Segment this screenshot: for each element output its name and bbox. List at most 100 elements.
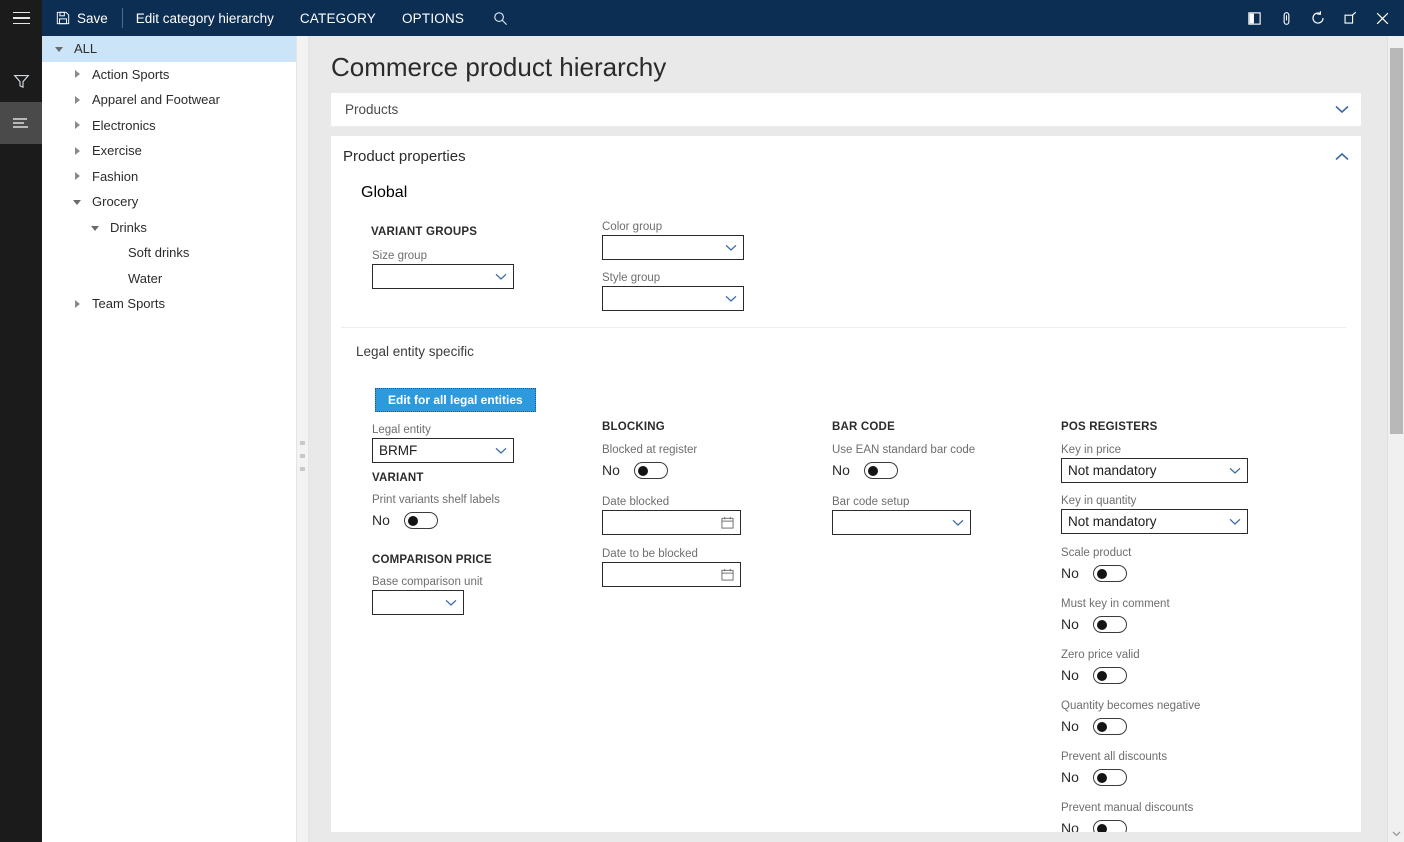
save-button[interactable]: Save — [42, 0, 122, 36]
chevron-down-icon[interactable] — [495, 447, 507, 455]
filter-icon — [13, 73, 30, 90]
menu-item-category[interactable]: CATEGORY — [287, 0, 389, 36]
triangle-right-icon[interactable] — [68, 147, 86, 155]
prevent-manual-discounts-toggle[interactable] — [1093, 820, 1127, 833]
tree-item-exercise[interactable]: Exercise — [42, 138, 296, 164]
quantity-becomes-negative-toggle[interactable] — [1093, 718, 1127, 735]
list-lines-rail-button[interactable] — [0, 102, 42, 144]
prevent-manual-discounts-toggle-row: No — [1061, 816, 1193, 832]
attachment-paperclip-icon[interactable] — [1270, 0, 1302, 36]
must-key-in-comment-toggle[interactable] — [1093, 616, 1127, 633]
tree-item-label: Grocery — [92, 194, 138, 209]
date-to-be-blocked-field: Date to be blocked — [602, 548, 741, 587]
edit-for-all-legal-entities-button[interactable]: Edit for all legal entities — [375, 388, 536, 412]
blocked-at-register-toggle[interactable] — [634, 462, 668, 479]
use-ean-toggle[interactable] — [864, 462, 898, 479]
zero-price-valid-label: Zero price valid — [1061, 649, 1140, 661]
chevron-up-icon[interactable] — [1335, 152, 1349, 161]
key-in-quantity-field: Key in quantity Not mandatory — [1061, 495, 1248, 534]
menu-item-options[interactable]: OPTIONS — [389, 0, 477, 36]
color-group-input[interactable] — [602, 235, 744, 260]
tree-item-soft-drinks[interactable]: Soft drinks — [42, 240, 296, 266]
size-group-input[interactable] — [372, 264, 514, 289]
hamburger-menu-button[interactable] — [0, 0, 42, 36]
product-properties-header[interactable]: Product properties — [331, 136, 1361, 176]
use-ean-field: Use EAN standard bar code No — [832, 444, 975, 482]
triangle-right-icon[interactable] — [68, 96, 86, 104]
open-in-new-window-icon[interactable] — [1334, 0, 1366, 36]
key-in-price-input[interactable]: Not mandatory — [1061, 458, 1248, 483]
triangle-right-icon[interactable] — [68, 70, 86, 78]
prevent-all-discounts-toggle-row: No — [1061, 765, 1167, 789]
legal-entity-input[interactable]: BRMF — [372, 438, 514, 463]
chevron-down-icon[interactable] — [495, 273, 507, 281]
tree-item-grocery[interactable]: Grocery — [42, 189, 296, 215]
prevent-all-discounts-toggle[interactable] — [1093, 769, 1127, 786]
tree-item-drinks[interactable]: Drinks — [42, 215, 296, 241]
print-variants-toggle[interactable] — [404, 512, 438, 529]
print-variants-value: No — [372, 512, 390, 528]
color-group-field: Color group — [602, 221, 744, 260]
style-group-input[interactable] — [602, 286, 744, 311]
key-in-quantity-input[interactable]: Not mandatory — [1061, 509, 1248, 534]
zero-price-valid-toggle[interactable] — [1093, 667, 1127, 684]
size-group-label: Size group — [372, 250, 514, 262]
search-button[interactable] — [477, 0, 520, 36]
tree-item-action-sports[interactable]: Action Sports — [42, 62, 296, 88]
scale-product-toggle[interactable] — [1093, 565, 1127, 582]
variant-heading: VARIANT — [372, 472, 424, 484]
date-to-be-blocked-label: Date to be blocked — [602, 548, 741, 560]
scrollbar-thumb[interactable] — [1390, 48, 1403, 434]
tree-item-label: Fashion — [92, 169, 138, 184]
tree-item-all[interactable]: ALL — [42, 36, 296, 62]
triangle-down-icon[interactable] — [68, 198, 86, 205]
chevron-down-icon[interactable] — [445, 599, 457, 607]
chevron-down-icon[interactable] — [1229, 467, 1241, 475]
date-blocked-input[interactable] — [602, 510, 741, 535]
tree-item-team-sports[interactable]: Team Sports — [42, 291, 296, 317]
prevent-manual-discounts-label: Prevent manual discounts — [1061, 802, 1193, 814]
key-in-price-label: Key in price — [1061, 444, 1248, 456]
bar-code-setup-label: Bar code setup — [832, 496, 971, 508]
must-key-in-comment-label: Must key in comment — [1061, 598, 1170, 610]
vertical-scrollbar[interactable] — [1387, 36, 1404, 842]
splitter-grip-icon[interactable] — [300, 441, 305, 471]
refresh-icon[interactable] — [1302, 0, 1334, 36]
close-icon[interactable] — [1366, 0, 1398, 36]
chevron-down-icon[interactable] — [725, 295, 737, 303]
triangle-down-icon[interactable] — [86, 224, 104, 231]
filter-rail-button[interactable] — [0, 60, 42, 102]
triangle-right-icon[interactable] — [68, 172, 86, 180]
calendar-icon[interactable] — [721, 516, 734, 529]
chevron-down-icon[interactable] — [1388, 825, 1404, 842]
blocking-heading: BLOCKING — [602, 421, 665, 433]
chevron-down-icon[interactable] — [725, 244, 737, 252]
print-variants-label: Print variants shelf labels — [372, 494, 500, 506]
scale-product-toggle-row: No — [1061, 561, 1131, 585]
date-to-be-blocked-input[interactable] — [602, 562, 741, 587]
chevron-down-icon[interactable] — [952, 519, 964, 527]
triangle-down-icon[interactable] — [50, 45, 68, 52]
base-comparison-unit-input[interactable] — [372, 590, 464, 615]
tree-item-water[interactable]: Water — [42, 266, 296, 292]
date-blocked-label: Date blocked — [602, 496, 741, 508]
main-workspace: Commerce product hierarchy Products Prod… — [309, 36, 1404, 842]
navbar-right-icons — [1238, 0, 1404, 36]
use-ean-value: No — [832, 462, 850, 478]
chevron-down-icon[interactable] — [1229, 518, 1241, 526]
triangle-right-icon[interactable] — [68, 121, 86, 129]
print-variants-toggle-row: No — [372, 508, 500, 532]
bar-code-setup-input[interactable] — [832, 510, 971, 535]
panel-splitter[interactable] — [297, 36, 309, 842]
tree-item-fashion[interactable]: Fashion — [42, 164, 296, 190]
tree-item-electronics[interactable]: Electronics — [42, 113, 296, 139]
office-book-icon[interactable] — [1238, 0, 1270, 36]
quantity-becomes-negative-toggle-row: No — [1061, 714, 1200, 738]
calendar-icon[interactable] — [721, 568, 734, 581]
triangle-right-icon[interactable] — [68, 300, 86, 308]
variant-groups-heading: VARIANT GROUPS — [371, 226, 477, 238]
tree-item-label: Water — [128, 271, 162, 286]
chevron-down-icon[interactable] — [1335, 105, 1349, 114]
products-section-header[interactable]: Products — [331, 93, 1361, 127]
tree-item-apparel-and-footwear[interactable]: Apparel and Footwear — [42, 87, 296, 113]
